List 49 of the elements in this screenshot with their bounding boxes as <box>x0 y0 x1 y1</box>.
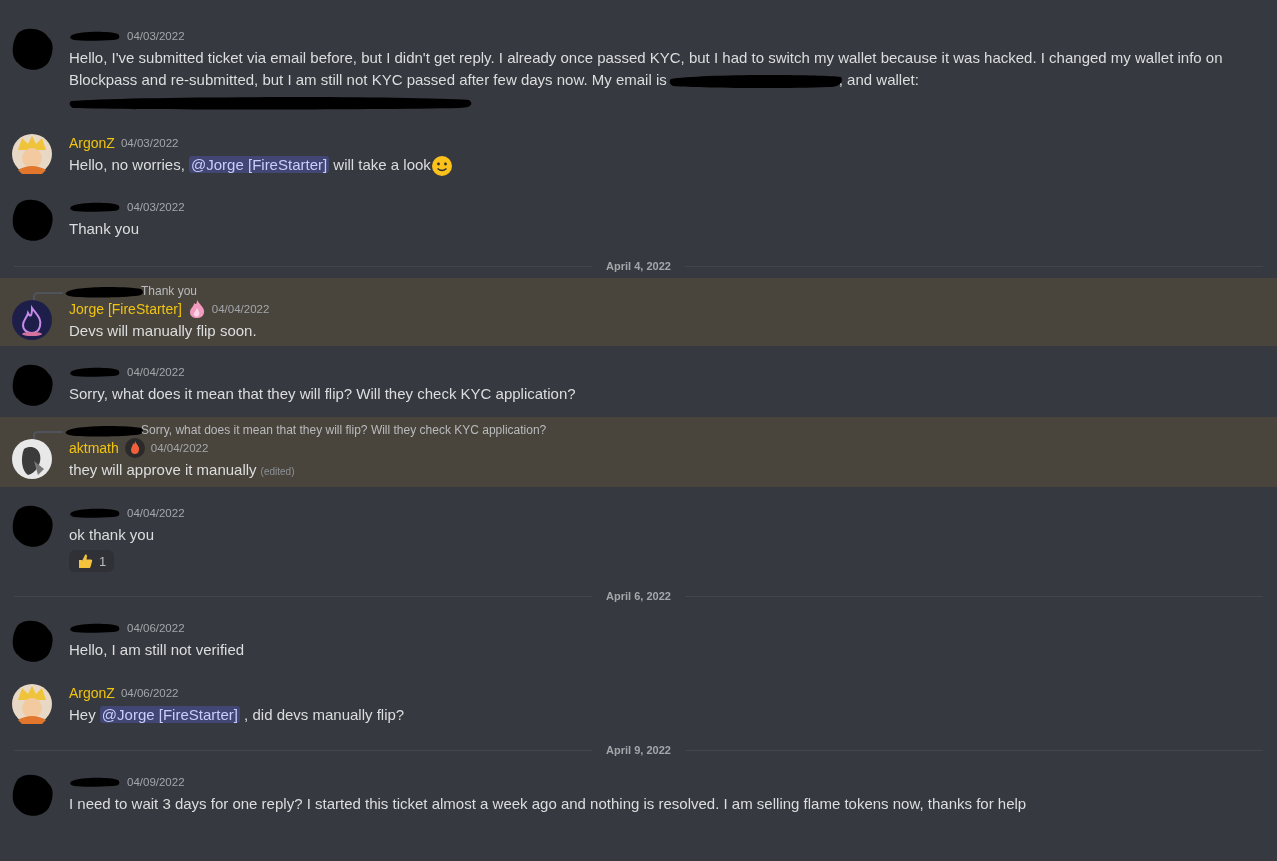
smiley-icon <box>430 155 453 178</box>
reply-connector <box>33 431 63 442</box>
message-text: they will approve it manually (edited) <box>69 460 296 481</box>
edited-tag: (edited) <box>260 466 295 478</box>
flame-avatar-icon <box>11 300 52 341</box>
username[interactable]: aktmath <box>69 440 119 457</box>
reply-preview[interactable]: Thank you <box>141 284 198 299</box>
reply-connector <box>33 292 63 303</box>
message-text: Hello, I am still not verified <box>69 640 246 661</box>
message-text: Hello, I've submitted ticket via email before, but I didn't get reply. I already once passed KYC, but I had to switch my wallet because it was hacked. I changed my wallet info on Blockpass and re-submitted, but I am still not KYC passed after few days now. My email is , and wallet: <box>69 47 1237 113</box>
message-text: Thank you <box>69 219 141 240</box>
user-mention[interactable]: @Jorge [FireStarter] <box>99 706 240 724</box>
timestamp: 04/03/2022 <box>120 137 179 149</box>
reaction-button[interactable]: 1 <box>69 550 115 573</box>
timestamp: 04/04/2022 <box>127 507 185 520</box>
flame-icon <box>187 299 206 320</box>
timestamp: 04/06/2022 <box>127 622 185 635</box>
message-text: ok thank you <box>69 525 156 546</box>
timestamp: 04/06/2022 <box>120 687 179 700</box>
thumbs-up-icon <box>77 553 93 570</box>
reply-preview[interactable]: Sorry, what does it mean that they will flip? Will they check KYC application? <box>141 423 547 438</box>
redaction-mark <box>69 366 121 379</box>
flame-icon <box>124 438 145 459</box>
timestamp: 04/09/2022 <box>127 776 185 789</box>
date-divider-label: April 4, 2022 <box>606 260 671 273</box>
timestamp: 04/04/2022 <box>211 303 270 316</box>
avatar-image <box>11 439 52 480</box>
timestamp: 04/03/2022 <box>127 201 185 214</box>
username[interactable]: Jorge [FireStarter] <box>69 301 182 318</box>
timestamp: 04/04/2022 <box>127 366 185 379</box>
user-mention[interactable]: @Jorge [FireStarter] <box>189 156 330 173</box>
message-text: I need to wait 3 days for one reply? I started this ticket almost a week ago and nothing is resolved. I am selling flame tokens now, thanks for help <box>69 794 1028 815</box>
redaction-mark <box>69 201 121 214</box>
message-text: Sorry, what does it mean that they will flip? Will they check KYC application? <box>69 384 577 405</box>
redaction-mark <box>69 507 121 520</box>
username[interactable]: ArgonZ <box>69 685 115 702</box>
date-divider-label: April 6, 2022 <box>606 590 671 603</box>
timestamp: 04/03/2022 <box>127 30 185 42</box>
redaction-mark <box>69 776 121 789</box>
message-text: Hey @Jorge [FireStarter] , did devs manually flip? <box>69 705 406 726</box>
date-divider-label: April 9, 2022 <box>606 744 671 757</box>
avatar-image <box>11 684 52 725</box>
timestamp: 04/04/2022 <box>150 442 209 455</box>
message-text: Hello, no worries, @Jorge [FireStarter] will take a look <box>69 154 1237 178</box>
avatar-image <box>11 134 52 174</box>
message-text: Devs will manually flip soon. <box>69 321 258 342</box>
redaction-mark <box>69 30 121 42</box>
username[interactable]: ArgonZ <box>69 135 115 151</box>
redaction-mark <box>69 622 121 635</box>
